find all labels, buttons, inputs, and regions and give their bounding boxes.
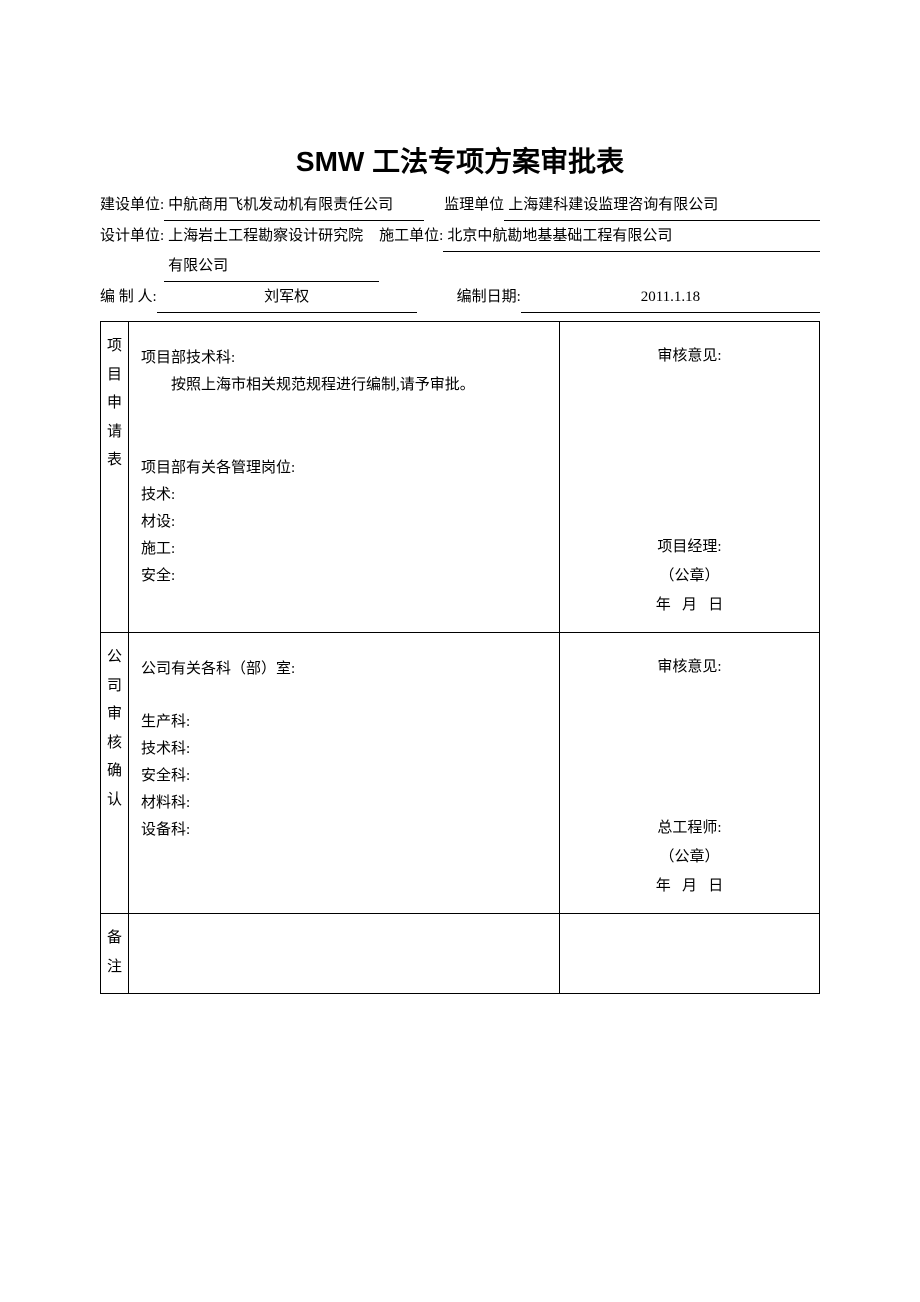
header-block: 建设单位: 中航商用飞机发动机有限责任公司 监理单位 上海建科建设监理咨询有限公… [100,190,820,313]
project-application-content: 项目部技术科: 按照上海市相关规范规程进行编制,请予审批。 项目部有关各管理岗位… [129,322,560,633]
dept-mat: 材料科: [141,791,547,812]
position-tech: 技术: [141,483,547,504]
seal-2: （公章） [572,845,807,866]
seal-1: （公章） [572,564,807,585]
dept-equip: 设备科: [141,818,547,839]
dept-tech: 技术科: [141,737,547,758]
remarks-content [129,914,560,994]
compile-date-value: 2011.1.18 [521,282,820,313]
company-review-cell: 审核意见: 总工程师: （公章） 年 月 日 [560,633,820,914]
compile-date-label: 编制日期: [457,282,521,312]
positions-title: 项目部有关各管理岗位: [141,456,547,477]
construction-unit-label: 建设单位: [100,190,164,220]
company-review-content: 公司有关各科（部）室: 生产科: 技术科: 安全科: 材料科: 设备科: [129,633,560,914]
remarks-label: 备注 [101,914,129,994]
contractor-unit-value: 北京中航勘地基基础工程有限公司 [443,221,820,252]
date-2: 年 月 日 [572,874,807,895]
dept-title: 公司有关各科（部）室: [141,657,547,678]
compiler-value: 刘军权 [157,282,417,313]
tech-note-line: 按照上海市相关规范规程进行编制,请予审批。 [141,373,547,394]
review-title-1: 审核意见: [572,344,807,365]
project-review-cell: 审核意见: 项目经理: （公章） 年 月 日 [560,322,820,633]
company-review-label: 公司审核确认 [101,633,129,914]
project-application-row: 项目申请表 项目部技术科: 按照上海市相关规范规程进行编制,请予审批。 项目部有… [101,322,820,633]
company-review-row: 公司审核确认 公司有关各科（部）室: 生产科: 技术科: 安全科: 材料科: 设… [101,633,820,914]
supervision-unit-label: 监理单位 [444,190,504,220]
project-application-label: 项目申请表 [101,322,129,633]
chief-engineer-label: 总工程师: [572,816,807,837]
design-unit-value: 上海岩土工程勘察设计研究院有限公司 [164,221,379,282]
tech-dept-line: 项目部技术科: [141,346,547,367]
document-title: SMW 工法专项方案审批表 [100,140,820,180]
position-safety: 安全: [141,564,547,585]
dept-safe: 安全科: [141,764,547,785]
contractor-unit-label: 施工单位: [379,221,443,251]
position-construct: 施工: [141,537,547,558]
pm-label: 项目经理: [572,535,807,556]
position-material: 材设: [141,510,547,531]
review-title-2: 审核意见: [572,655,807,676]
remarks-review [560,914,820,994]
compiler-label: 编 制 人: [100,282,157,312]
supervision-unit-value: 上海建科建设监理咨询有限公司 [504,190,820,221]
approval-table: 项目申请表 项目部技术科: 按照上海市相关规范规程进行编制,请予审批。 项目部有… [100,321,820,994]
remarks-row: 备注 [101,914,820,994]
dept-prod: 生产科: [141,710,547,731]
design-unit-label: 设计单位: [100,221,164,251]
construction-unit-value: 中航商用飞机发动机有限责任公司 [164,190,424,221]
date-1: 年 月 日 [572,593,807,614]
